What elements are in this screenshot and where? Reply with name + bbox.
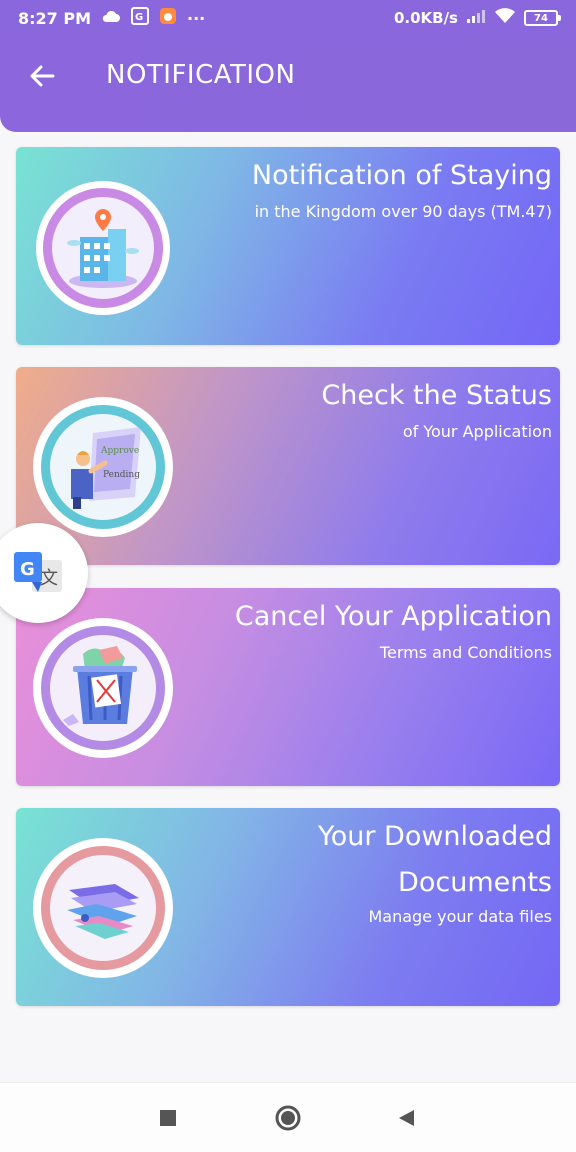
page-title: NOTIFICATION — [106, 60, 296, 90]
battery-icon: 74 — [524, 10, 561, 26]
svg-text:Approve: Approve — [100, 446, 139, 456]
card-downloaded-documents[interactable]: Your Downloaded Documents Manage your da… — [16, 808, 560, 1006]
card-icon-frame: Approve Pending — [33, 397, 173, 537]
card-title: Cancel Your Application — [234, 601, 552, 632]
card-title-line1: Your Downloaded — [317, 821, 552, 852]
battery-level: 74 — [534, 12, 548, 24]
card-notification-of-staying[interactable]: Notification of Staying in the Kingdom o… — [16, 147, 560, 345]
app-notification-icon — [159, 7, 177, 29]
more-notifications-icon: ··· — [187, 8, 206, 28]
card-title-line2: Documents — [398, 867, 552, 898]
status-bar: 8:27 PM G ··· 0.0KB/s 74 — [0, 0, 576, 36]
card-icon-frame — [33, 838, 173, 978]
trash-bin-icon — [63, 646, 137, 726]
wifi-icon — [494, 8, 516, 28]
document-stack-icon — [67, 884, 139, 939]
card-subtitle: in the Kingdom over 90 days (TM.47) — [254, 202, 552, 221]
system-navigation-bar — [0, 1082, 576, 1152]
card-icon-frame — [33, 618, 173, 758]
app-bar: NOTIFICATION — [0, 36, 576, 132]
triangle-back-icon — [399, 1110, 414, 1126]
network-speed: 0.0KB/s — [393, 9, 458, 27]
recent-apps-button[interactable] — [153, 1103, 183, 1133]
arrow-left-icon — [30, 65, 55, 87]
back-button[interactable] — [22, 56, 62, 96]
card-icon-frame — [36, 181, 170, 315]
svg-text:文: 文 — [40, 568, 58, 589]
building-location-icon — [67, 209, 139, 288]
square-icon — [160, 1110, 176, 1126]
card-subtitle: Terms and Conditions — [379, 643, 552, 662]
home-button[interactable] — [273, 1103, 303, 1133]
svg-text:Pending: Pending — [103, 470, 140, 480]
signal-icon — [466, 9, 486, 27]
card-cancel-application[interactable]: Cancel Your Application Terms and Condit… — [16, 588, 560, 786]
cloud-icon — [101, 9, 121, 27]
circle-icon — [275, 1105, 301, 1131]
google-translate-icon: 文 G — [14, 552, 62, 592]
card-subtitle: Manage your data files — [368, 907, 552, 926]
translate-status-icon: G — [131, 7, 150, 29]
document-status-icon: Approve Pending — [71, 427, 141, 509]
card-title: Check the Status — [321, 380, 552, 411]
card-title: Notification of Staying — [251, 160, 552, 191]
status-time: 8:27 PM — [18, 8, 92, 28]
card-subtitle: of Your Application — [402, 422, 552, 441]
svg-text:G: G — [135, 12, 143, 23]
card-check-status[interactable]: Approve Pending Check the Status of Your… — [16, 367, 560, 565]
svg-text:G: G — [20, 559, 35, 580]
back-nav-button[interactable] — [391, 1103, 421, 1133]
